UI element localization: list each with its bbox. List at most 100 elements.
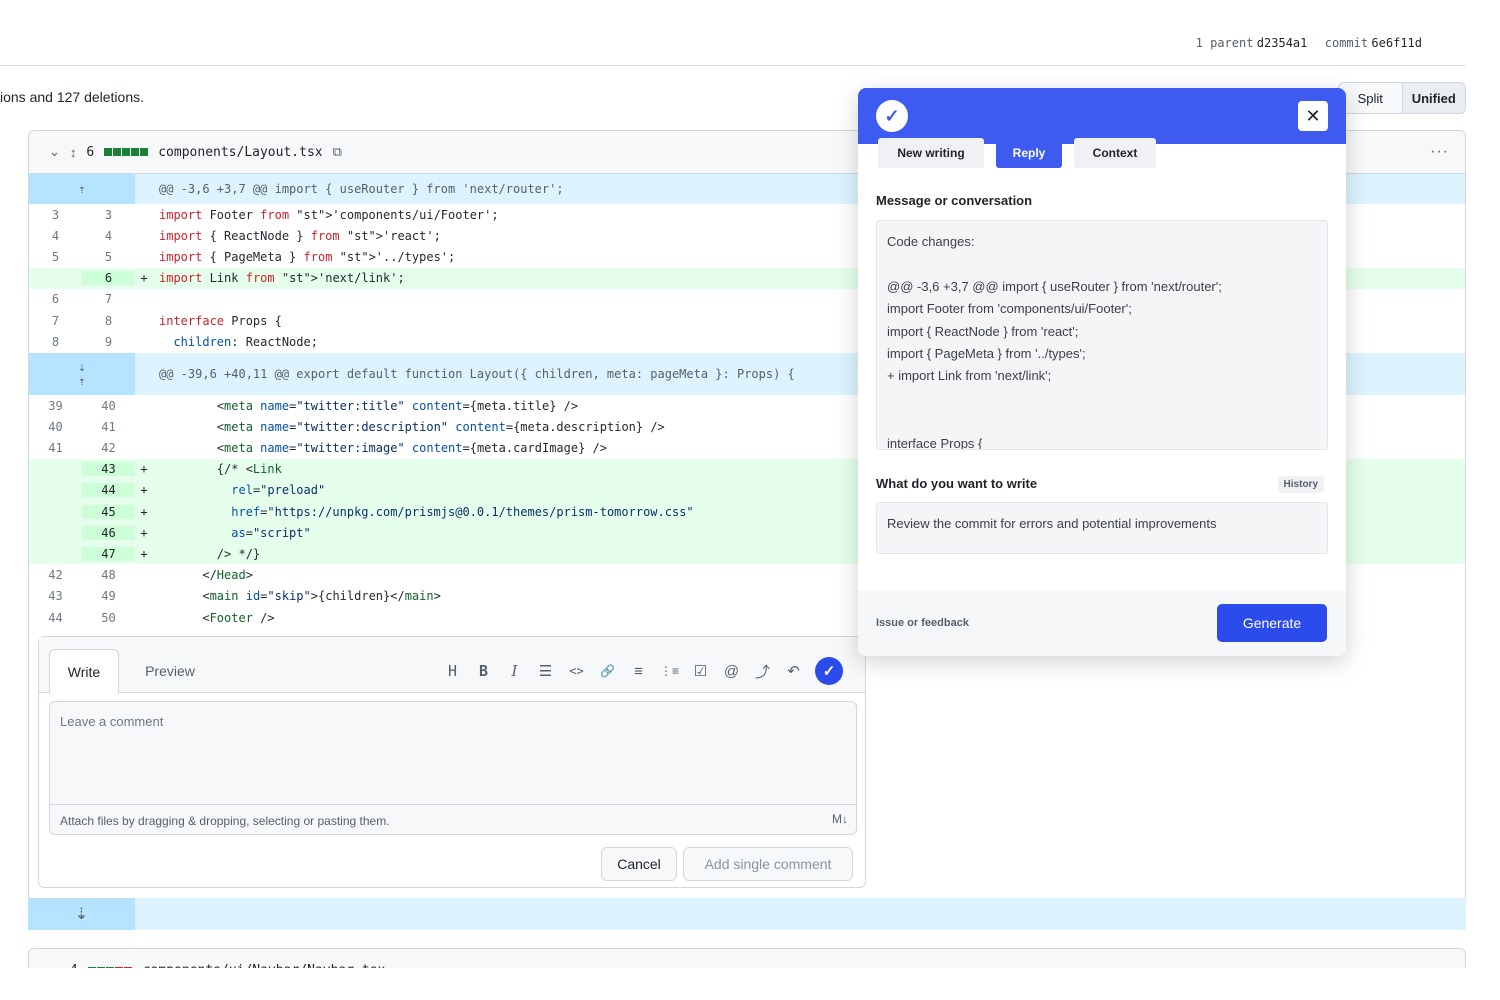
line-number-old[interactable]: 6 [29,292,82,306]
message-label: Message or conversation [876,193,1033,208]
line-number-new[interactable]: 5 [82,250,135,264]
reference-icon[interactable]: ⤴ [753,661,772,682]
bold-icon[interactable]: B [474,662,493,680]
cancel-button[interactable]: Cancel [601,847,677,881]
line-number-new[interactable]: 42 [82,441,135,455]
hunk-footer: ⇣ [28,898,1466,930]
message-textarea[interactable]: Code changes: @@ -3,6 +3,7 @@ import { u… [876,220,1328,450]
line-number-new[interactable]: 45 [82,504,135,519]
feedback-link[interactable]: Issue or feedback [876,617,969,629]
line-number-old[interactable]: 40 [29,420,82,434]
page-bottom-edge [0,968,1500,1000]
unified-view-button[interactable]: Unified [1401,83,1465,113]
split-view-button[interactable]: Split [1339,83,1402,113]
add-single-comment-button[interactable]: Add single comment [683,847,853,881]
line-number-new[interactable]: 40 [82,399,135,413]
ai-logo-icon: ✓ [876,100,908,132]
line-number-old[interactable]: 43 [29,589,82,603]
line-number-new[interactable]: 50 [82,611,135,625]
expand-both-icon[interactable]: ⇣ ⇡ [29,353,135,395]
code-icon[interactable]: <> [567,664,586,678]
parent-hash-link[interactable]: d2354a1 [1257,36,1308,50]
kebab-menu-icon[interactable]: ··· [1430,143,1449,161]
code-line: children: ReactNode; [173,334,318,349]
code-line: <main id="skip">{children}</main> [159,589,441,604]
popup-tabs: New writing Reply Context [858,138,1346,170]
code-line: import Footer from "st">'components/ui/F… [159,207,499,222]
write-prompt-textarea[interactable]: Review the commit for errors and potenti… [876,502,1328,554]
attach-hint: Attach files by dragging & dropping, sel… [60,814,390,828]
line-number-new[interactable]: 41 [82,420,135,434]
line-number-new[interactable]: 7 [82,292,135,306]
line-number-new[interactable]: 43 [82,462,135,477]
tab-write[interactable]: Write [49,649,119,693]
line-number-old[interactable]: 41 [29,441,82,455]
generate-button[interactable]: Generate [1217,604,1327,642]
copy-icon[interactable]: ⧉ [333,144,342,160]
change-count: 6 [86,144,95,160]
line-number-old[interactable]: 44 [29,611,82,625]
hunk-text: @@ -39,6 +40,11 @@ export default functi… [159,367,795,381]
file-name[interactable]: components/Layout.tsx [158,145,322,160]
popup-header: ✓ ✕ [858,88,1346,144]
line-number-old[interactable]: 4 [29,229,82,243]
line-number-old[interactable]: 8 [29,335,82,349]
attach-files-bar[interactable]: Attach files by dragging & dropping, sel… [49,805,857,835]
bulleted-list-icon[interactable]: ≡ [629,663,648,680]
commit-meta: 1 parent d2354a1 commit 6e6f11d [1182,36,1422,50]
line-number-new[interactable]: 8 [82,314,135,328]
line-number-new[interactable]: 46 [82,525,135,540]
diff-summary: ions and 127 deletions. [0,89,144,105]
markdown-icon: M↓ [832,812,848,826]
history-button[interactable]: History [1277,476,1324,493]
diff-sign: + [140,462,148,477]
mention-icon[interactable]: @ [722,663,741,680]
tab-context[interactable]: Context [1074,138,1156,168]
diff-sign: + [140,483,148,498]
diff-sign: + [140,525,148,540]
code-line: import { ReactNode } from "st">'react'; [159,228,441,243]
line-number-old[interactable]: 7 [29,314,82,328]
heading-icon[interactable]: H [443,662,462,680]
line-number-old[interactable]: 42 [29,568,82,582]
line-number-new[interactable]: 6 [82,271,135,286]
task-list-icon[interactable]: ☑ [691,662,710,680]
italic-icon[interactable]: I [505,662,524,680]
line-number-old[interactable]: 5 [29,250,82,264]
line-number-new[interactable]: 3 [82,208,135,222]
line-number-new[interactable]: 47 [82,546,135,561]
diffstat-blocks [104,148,149,156]
tab-new-writing[interactable]: New writing [878,138,984,168]
expand-all-icon[interactable]: ↕ [70,145,77,160]
expand-up-icon[interactable]: ⇡ [29,174,135,204]
tab-preview[interactable]: Preview [135,649,205,693]
undo-icon[interactable]: ↶ [784,662,803,680]
line-number-new[interactable]: 4 [82,229,135,243]
numbered-list-icon[interactable]: ⋮≡ [660,664,679,678]
expand-down-icon[interactable]: ⇣ [28,898,135,930]
line-number-new[interactable]: 48 [82,568,135,582]
hunk-text: @@ -3,6 +3,7 @@ import { useRouter } fro… [159,182,564,196]
code-line: as="script" [231,525,311,540]
link-icon[interactable]: 🔗 [598,664,617,678]
code-line: {/* <Link [159,462,282,477]
tab-reply[interactable]: Reply [996,138,1062,168]
close-icon[interactable]: ✕ [1298,101,1328,131]
code-line: <meta name="twitter:description" content… [159,419,665,434]
comment-box: Write Preview H B I ☰ <> 🔗 ≡ ⋮≡ ☑ @ ⤴ ↶ … [38,636,866,888]
line-number-old[interactable]: 3 [29,208,82,222]
chevron-down-icon[interactable]: ⌄ [49,144,60,160]
write-label: What do you want to write [876,476,1038,491]
ai-assistant-icon[interactable]: ✓ [815,657,843,685]
line-number-old[interactable]: 39 [29,399,82,413]
line-number-new[interactable]: 44 [82,483,135,498]
comment-tabs: Write Preview H B I ☰ <> 🔗 ≡ ⋮≡ ☑ @ ⤴ ↶ … [39,637,865,693]
comment-input[interactable]: Leave a comment [49,701,857,805]
parent-label: 1 parent [1195,36,1254,50]
quote-icon[interactable]: ☰ [536,662,555,680]
code-line: </Head> [159,568,253,583]
line-number-new[interactable]: 49 [82,589,135,603]
line-number-new[interactable]: 9 [82,335,135,349]
code-line: interface Props { [159,313,282,328]
diff-sign: + [140,546,148,561]
